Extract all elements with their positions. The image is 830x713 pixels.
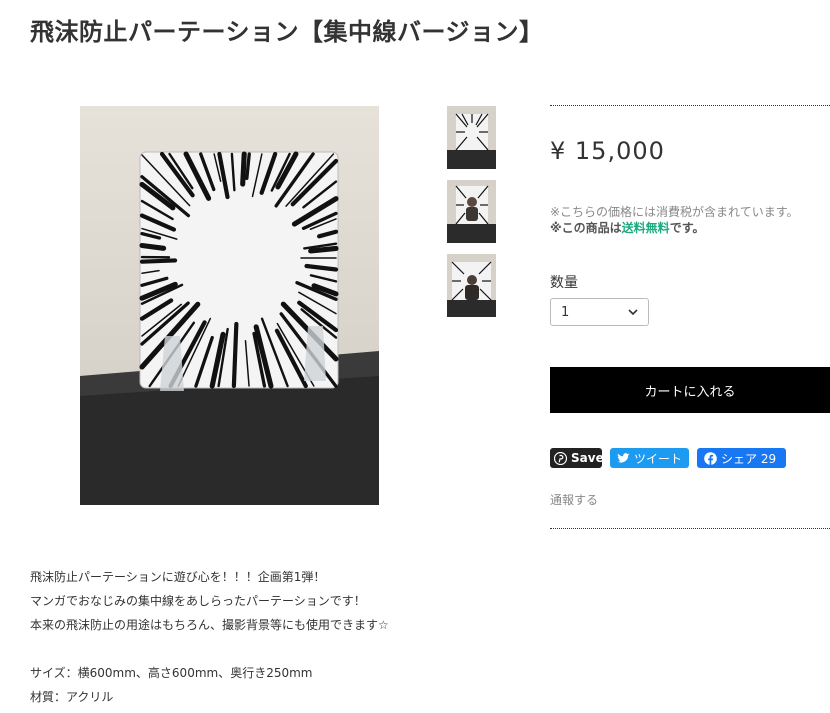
tweet-button[interactable]: ツイート xyxy=(610,448,689,468)
facebook-share-button[interactable]: シェア 29 xyxy=(697,448,786,468)
description-line: 飛沫防止パーテーションに遊び心を！！！企画第1弾！ xyxy=(30,570,326,584)
product-title: 飛沫防止パーテーション【集中線バージョン】 xyxy=(30,18,544,46)
pinterest-icon xyxy=(554,451,567,465)
partition-thumbnail-3 xyxy=(447,254,496,317)
pinterest-label: Save xyxy=(571,451,604,465)
facebook-icon xyxy=(704,451,717,465)
twitter-bird-icon xyxy=(617,452,630,464)
shipping-note: ※この商品は送料無料です。 xyxy=(550,219,705,236)
quantity-value: 1 xyxy=(561,304,570,320)
partition-thumbnail-2 xyxy=(447,180,496,243)
add-to-cart-button[interactable]: カートに入れる xyxy=(550,367,830,413)
divider-bottom xyxy=(550,528,830,529)
product-price: ¥ 15,000 xyxy=(550,137,665,165)
partition-photo xyxy=(80,106,379,505)
description-line: 材質：アクリル xyxy=(30,690,114,704)
product-main-image[interactable] xyxy=(80,106,379,505)
tax-note: ※こちらの価格には消費税が含まれています。 xyxy=(550,205,799,219)
quantity-label: 数量 xyxy=(550,275,578,291)
chevron-down-icon xyxy=(628,309,638,316)
thumbnail-2[interactable] xyxy=(447,180,496,243)
shipping-note-suffix: です。 xyxy=(669,221,705,235)
shipping-note-prefix: ※この商品は xyxy=(550,221,622,235)
pinterest-save-button[interactable]: Save xyxy=(550,448,604,468)
partition-thumbnail-1 xyxy=(447,106,496,169)
report-link[interactable]: 通報する xyxy=(550,491,598,508)
product-description: 飛沫防止パーテーションに遊び心を！！！企画第1弾！ マンガでおなじみの集中線をあし… xyxy=(30,568,389,712)
thumbnail-1[interactable] xyxy=(447,106,496,169)
description-line: サイズ：横600mm、高さ600mm、奥行き250mm xyxy=(30,666,313,680)
free-shipping-label: 送料無料 xyxy=(621,221,670,235)
description-line xyxy=(30,640,389,664)
thumbnail-3[interactable] xyxy=(447,254,496,317)
divider-top xyxy=(550,105,830,106)
tweet-label: ツイート xyxy=(634,451,683,466)
description-line: 本来の飛沫防止の用途はもちろん、撮影背景等にも使用できます☆ xyxy=(30,618,389,632)
quantity-select[interactable]: 1 xyxy=(550,298,649,326)
description-line: マンガでおなじみの集中線をあしらったパーテーションです！ xyxy=(30,594,366,608)
facebook-share-label: シェア 29 xyxy=(721,451,777,466)
